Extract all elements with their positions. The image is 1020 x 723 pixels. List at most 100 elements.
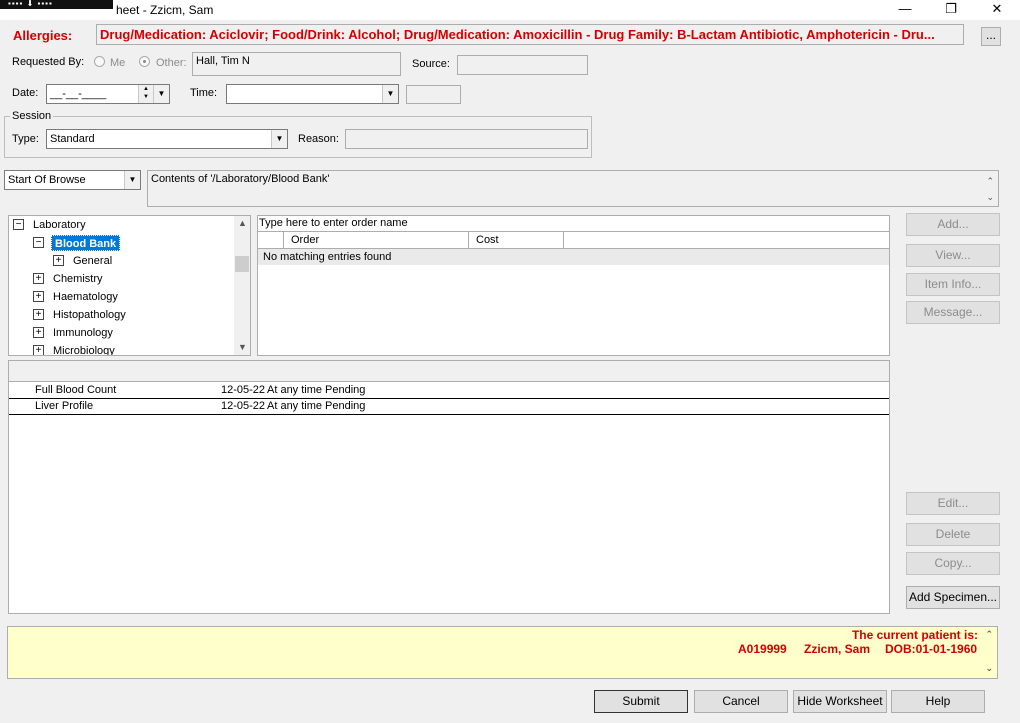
expand-icon[interactable]: + (33, 327, 44, 338)
category-tree: − Laboratory − Blood Bank + General + Ch… (8, 215, 251, 356)
tree-label: Chemistry (53, 273, 103, 285)
allergies-label: Allergies: (13, 28, 73, 43)
session-type-label: Type: (12, 133, 39, 145)
column-order[interactable]: Order (284, 232, 469, 248)
radio-me-label: Me (110, 57, 126, 69)
hide-worksheet-button[interactable]: Hide Worksheet (793, 690, 887, 713)
expand-icon[interactable]: + (33, 291, 44, 302)
order-search-input[interactable]: Type here to enter order name (258, 216, 889, 232)
session-reason-label: Reason: (298, 133, 339, 145)
copy-button[interactable]: Copy... (906, 552, 1000, 575)
tree-label: Haematology (53, 291, 118, 303)
allergies-field: Drug/Medication: Aciclovir; Food/Drink: … (96, 24, 964, 45)
scroll-thumb[interactable] (235, 256, 249, 272)
requested-by-value: Hall, Tim N (196, 55, 250, 67)
source-label: Source: (412, 58, 450, 70)
date-spinner[interactable]: ▲ ▼ (138, 85, 153, 103)
add-button[interactable]: Add... (906, 213, 1000, 236)
expand-icon[interactable]: + (33, 273, 44, 284)
patient-banner: The current patient is: A019999 Zzicm, S… (7, 626, 998, 679)
message-button[interactable]: Message... (906, 301, 1000, 324)
expand-icon[interactable]: + (53, 255, 64, 266)
collapse-icon[interactable]: − (13, 219, 24, 230)
browse-dropdown[interactable]: Start Of Browse ▼ (4, 170, 141, 190)
worksheet-row-when: At any time (267, 384, 323, 396)
cancel-button[interactable]: Cancel (694, 690, 788, 713)
source-field (457, 55, 588, 75)
scroll-down-icon[interactable]: ▼ (238, 342, 247, 352)
scroll-up-icon[interactable]: ▲ (238, 218, 247, 228)
time-dropdown[interactable]: ▼ (226, 84, 399, 104)
radio-other[interactable] (139, 56, 150, 67)
tree-label-laboratory: Laboratory (33, 219, 86, 231)
worksheet-header (9, 361, 889, 382)
column-cost[interactable]: Cost (469, 232, 564, 248)
session-reason-field (345, 129, 588, 149)
column-cost-label: Cost (476, 234, 499, 246)
tree-label-general: General (73, 255, 113, 267)
worksheet-row[interactable]: Full Blood Count 12-05-22 At any time Pe… (9, 382, 889, 399)
browse-dropdown-icon[interactable]: ▼ (124, 171, 140, 189)
time-dropdown-icon[interactable]: ▼ (382, 85, 398, 103)
expand-icon[interactable]: + (33, 309, 44, 320)
requested-by-label: Requested By: (12, 56, 85, 68)
order-search-placeholder: Type here to enter order name (259, 217, 408, 229)
session-type-dropdown-icon[interactable]: ▼ (271, 130, 287, 148)
date-label: Date: (12, 87, 39, 99)
worksheet-row-name: Full Blood Count (35, 384, 117, 396)
tree-label: Histopathology (53, 309, 126, 321)
allergies-text: Drug/Medication: Aciclovir; Food/Drink: … (100, 27, 935, 42)
close-button[interactable]: ✕ (974, 0, 1020, 18)
date-dropdown-icon[interactable]: ▼ (153, 85, 169, 103)
item-info-button[interactable]: Item Info... (906, 273, 1000, 296)
date-input[interactable]: __-__-____ ▲ ▼ ▼ (46, 84, 170, 104)
time-label: Time: (190, 87, 218, 99)
radio-me[interactable] (94, 56, 105, 67)
worksheet-row-date: 12-05-22 (221, 400, 266, 412)
orders-header: Order Cost (258, 232, 889, 249)
worksheet-row-date: 12-05-22 (221, 384, 266, 396)
patient-dob: DOB:01-01-1960 (885, 642, 978, 656)
add-specimen-button[interactable]: Add Specimen... (906, 586, 1000, 609)
session-legend: Session (10, 110, 54, 122)
patient-scroll-up-icon[interactable]: ⌃ (985, 629, 993, 640)
browse-contents-box: Contents of '/Laboratory/Blood Bank' ⌃ ⌄ (147, 170, 999, 207)
worksheet-row-when: At any time (267, 400, 323, 412)
orders-empty-text: No matching entries found (263, 251, 392, 263)
worksheet-row-name: Liver Profile (35, 400, 94, 412)
browse-dropdown-value: Start Of Browse (8, 174, 86, 186)
window-title: heet - Zzicm, Sam (116, 3, 214, 17)
worksheet-list: Full Blood Count 12-05-22 At any time Pe… (8, 360, 890, 614)
worksheet-row-status: Pending (325, 384, 366, 396)
submit-button[interactable]: Submit (594, 690, 688, 713)
column-order-label: Order (291, 234, 320, 246)
view-button[interactable]: View... (906, 244, 1000, 267)
tree-scrollbar[interactable]: ▲ ▼ (234, 216, 250, 355)
help-button[interactable]: Help (891, 690, 985, 713)
header-spacer (258, 232, 284, 248)
maximize-button[interactable]: ❐ (928, 0, 974, 18)
radio-other-dot (143, 60, 146, 63)
worksheet-row[interactable]: Liver Profile 12-05-22 At any time Pendi… (9, 399, 889, 415)
requested-by-field: Hall, Tim N (192, 52, 401, 76)
tree-label-blood-bank: Blood Bank (51, 235, 121, 251)
delete-button[interactable]: Delete (906, 523, 1000, 546)
expand-icon[interactable]: + (33, 345, 44, 355)
contents-scroll-up-icon[interactable]: ⌃ (986, 173, 994, 189)
radio-other-label: Other: (156, 57, 187, 69)
minimize-button[interactable]: — (882, 0, 928, 18)
session-type-value: Standard (50, 133, 95, 145)
session-type-dropdown[interactable]: Standard ▼ (46, 129, 288, 149)
browse-contents-text: Contents of '/Laboratory/Blood Bank' (151, 173, 330, 185)
collapse-icon[interactable]: − (33, 237, 44, 248)
contents-scroll-down-icon[interactable]: ⌄ (986, 189, 994, 205)
tree-label: Microbiology (53, 345, 115, 356)
taskbar-overlay: ▪▪▪▪ ⬇ ▪▪▪▪ (0, 0, 113, 9)
worksheet-row-status: Pending (325, 400, 366, 412)
patient-name: Zzicm, Sam (804, 642, 871, 656)
orders-panel: Type here to enter order name Order Cost… (257, 215, 890, 356)
edit-button[interactable]: Edit... (906, 492, 1000, 515)
allergies-more-button[interactable]: ... (981, 27, 1001, 46)
title-bar: ▪▪▪▪ ⬇ ▪▪▪▪ heet - Zzicm, Sam — ❐ ✕ (0, 0, 1020, 20)
patient-scroll-down-icon[interactable]: ⌄ (985, 663, 993, 674)
